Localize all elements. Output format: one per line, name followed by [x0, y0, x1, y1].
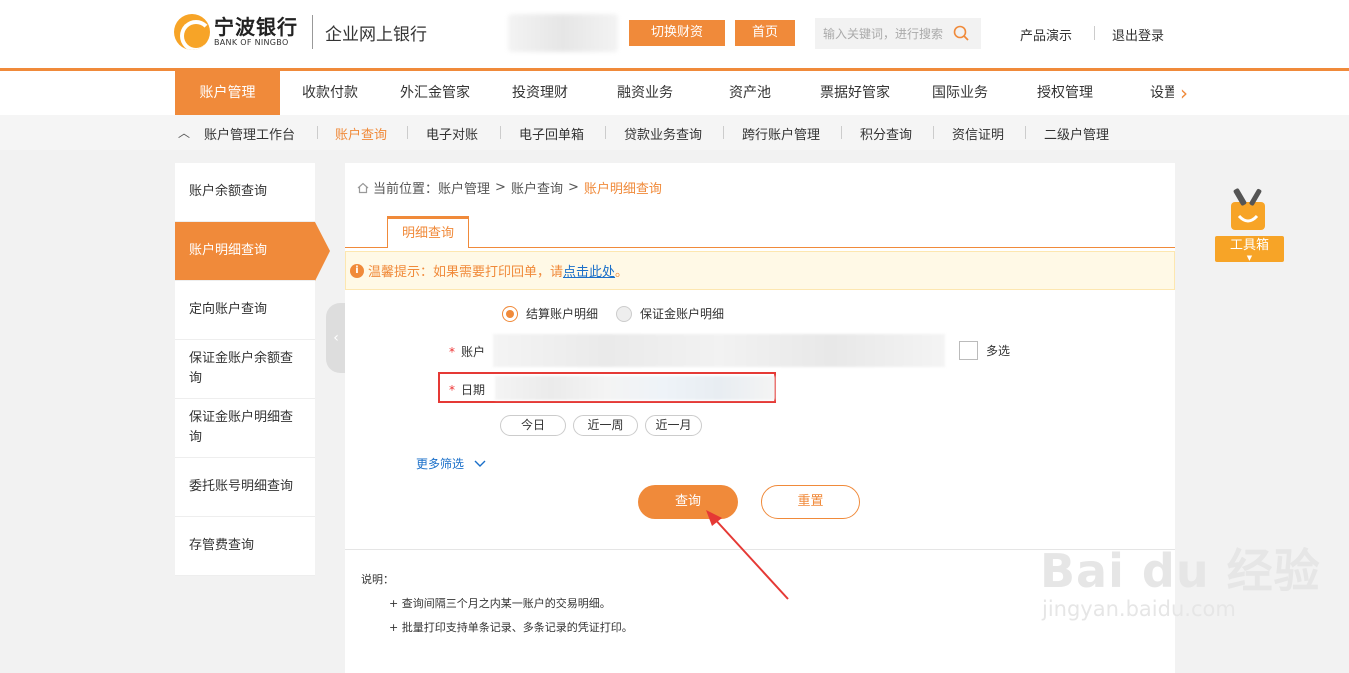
home-button[interactable]: 首页	[735, 20, 795, 46]
toolbox-label[interactable]: 工具箱 ▼	[1215, 236, 1284, 262]
collapse-up-icon[interactable]: ︿	[178, 124, 190, 141]
radio-settlement[interactable]: 结算账户明细	[502, 305, 598, 322]
subnav-workbench[interactable]: 账户管理工作台	[204, 124, 295, 143]
baidu-watermark: Bai du 经验 jingyan.baidu.com	[1040, 544, 1321, 621]
bank-name-en: BANK OF NINGBO	[214, 38, 289, 47]
subnav-secondary-account[interactable]: 二级户管理	[1044, 124, 1109, 143]
note-item: + 批量打印支持单条记录、多条记录的凭证打印。	[389, 621, 633, 634]
chevron-down-icon	[474, 460, 486, 467]
breadcrumb-current: 账户明细查询	[583, 182, 662, 197]
nav-international[interactable]: 国际业务	[910, 71, 1010, 115]
product-demo-link[interactable]: 产品演示	[1020, 25, 1072, 44]
quick-date-week[interactable]: 近一周	[573, 415, 638, 436]
breadcrumb: 当前位置： 账户管理 > 账户查询 > 账户明细查询	[357, 178, 662, 197]
subnav-interbank[interactable]: 跨行账户管理	[742, 124, 820, 143]
sub-nav: ︿ 账户管理工作台 账户查询 电子对账 电子回单箱 贷款业务查询 跨行账户管理 …	[0, 115, 1349, 150]
print-receipt-link[interactable]: 点击此处	[563, 261, 615, 280]
sidemenu-deposit-detail[interactable]: 保证金账户明细查询	[175, 399, 315, 458]
quick-date-month[interactable]: 近一月	[645, 415, 702, 436]
notes-section: 说明： + 查询间隔三个月之内某一账户的交易明细。 + 批量打印支持单条记录、多…	[361, 568, 633, 640]
chevron-right-icon[interactable]: ›	[1180, 81, 1188, 105]
nav-asset-pool[interactable]: 资产池	[700, 71, 800, 115]
quick-date-today[interactable]: 今日	[500, 415, 566, 436]
nav-authorization[interactable]: 授权管理	[1015, 71, 1115, 115]
toolbox-widget[interactable]: 工具箱 ▼	[1215, 186, 1284, 263]
subnav-e-receipt[interactable]: 电子回单箱	[519, 124, 584, 143]
sidemenu-detail-query[interactable]: 账户明细查询	[175, 222, 330, 281]
search-icon[interactable]	[953, 25, 969, 41]
sidemenu-custody-fee[interactable]: 存管费查询	[175, 517, 315, 576]
nav-bills[interactable]: 票据好管家	[805, 71, 905, 115]
nav-financing[interactable]: 融资业务	[595, 71, 695, 115]
logo-divider	[312, 15, 313, 49]
logout-link[interactable]: 退出登录	[1112, 25, 1164, 44]
subnav-points[interactable]: 积分查询	[860, 124, 912, 143]
subnav-loan-query[interactable]: 贷款业务查询	[624, 124, 702, 143]
toolbox-icon	[1231, 188, 1265, 230]
bank-logo-icon	[174, 14, 210, 50]
info-icon: i	[350, 263, 364, 278]
top-header: 宁波银行 BANK OF NINGBO 企业网上银行 切换财资 首页 产品演示 …	[0, 0, 1349, 68]
bank-logo[interactable]: 宁波银行 BANK OF NINGBO 企业网上银行	[174, 14, 427, 50]
annotation-arrow	[706, 510, 789, 600]
nav-collections-payments[interactable]: 收款付款	[280, 71, 380, 115]
nav-investment[interactable]: 投资理财	[490, 71, 590, 115]
switch-treasury-button[interactable]: 切换财资	[629, 20, 725, 46]
note-item: + 查询间隔三个月之内某一账户的交易明细。	[389, 597, 611, 610]
account-select[interactable]	[493, 334, 945, 367]
subnav-e-reconciliation[interactable]: 电子对账	[426, 124, 478, 143]
sidemenu-directed-query[interactable]: 定向账户查询	[175, 281, 315, 340]
multi-select-option[interactable]: 多选	[959, 341, 1010, 360]
tip-banner: i 温馨提示：如果需要打印回单，请 点击此处 。	[345, 251, 1175, 290]
radio-deposit[interactable]: 保证金账户明细	[616, 305, 724, 322]
account-type-radios: 结算账户明细 保证金账户明细	[502, 305, 742, 322]
radio-checked[interactable]	[502, 305, 518, 322]
nav-forex[interactable]: 外汇金管家	[385, 71, 485, 115]
nav-settings[interactable]: 设置	[1150, 71, 1174, 115]
nav-account-management[interactable]: 账户管理	[175, 71, 280, 115]
tab-detail-query[interactable]: 明细查询	[387, 216, 469, 248]
search-box[interactable]	[815, 18, 981, 49]
date-range-input[interactable]	[495, 376, 775, 400]
radio-unchecked[interactable]	[616, 305, 633, 322]
more-filter-toggle[interactable]: 更多筛选	[416, 455, 486, 472]
multi-select-checkbox[interactable]	[959, 341, 978, 360]
sidemenu-balance-query[interactable]: 账户余额查询	[175, 163, 315, 222]
subnav-account-query[interactable]: 账户查询	[335, 124, 387, 143]
breadcrumb-level1[interactable]: 账户管理	[438, 178, 490, 197]
header-link-divider	[1094, 26, 1095, 40]
subnav-credit-cert[interactable]: 资信证明	[952, 124, 1004, 143]
notes-title: 说明：	[361, 573, 394, 586]
account-label: * 账户	[449, 345, 486, 359]
sidebar-collapse-handle[interactable]: ‹	[326, 303, 346, 373]
date-label: * 日期	[449, 383, 486, 397]
side-menu: 账户余额查询 账户明细查询 定向账户查询 保证金账户余额查询 保证金账户明细查询…	[175, 163, 330, 576]
breadcrumb-level2[interactable]: 账户查询	[511, 178, 563, 197]
bank-name-cn: 宁波银行	[214, 15, 298, 39]
main-nav: 账户管理 收款付款 外汇金管家 投资理财 融资业务 资产池 票据好管家 国际业务…	[0, 68, 1349, 115]
home-icon	[357, 182, 369, 193]
sidemenu-deposit-balance[interactable]: 保证金账户余额查询	[175, 340, 315, 399]
tab-underline	[345, 247, 1175, 248]
search-input[interactable]	[823, 26, 947, 41]
site-subtitle: 企业网上银行	[325, 24, 427, 45]
blurred-company-name	[508, 14, 618, 52]
sidemenu-entrusted-detail[interactable]: 委托账号明细查询	[175, 458, 315, 517]
